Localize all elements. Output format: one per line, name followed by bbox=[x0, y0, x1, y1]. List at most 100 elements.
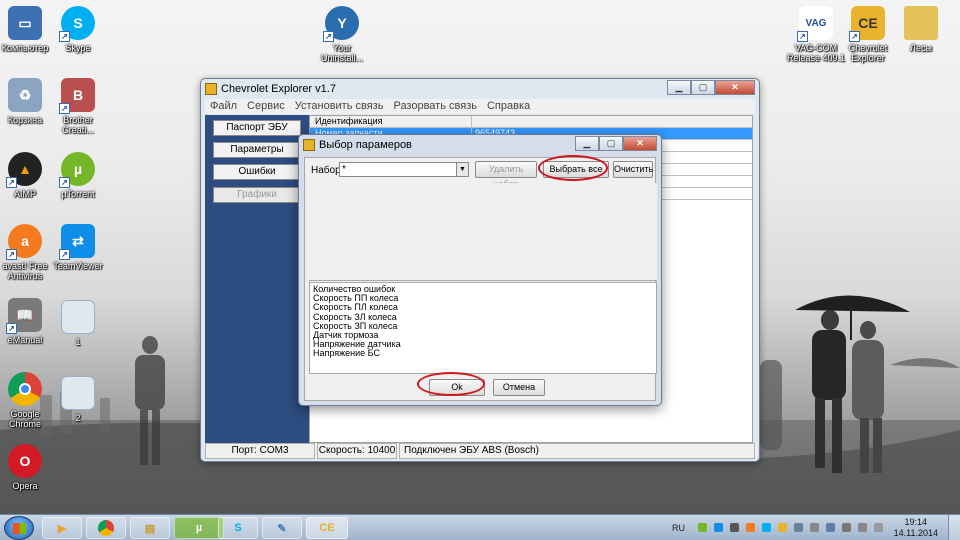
taskbar-chevrolet-explorer[interactable]: CE bbox=[306, 517, 348, 539]
file-explorer-icon: ▤ bbox=[144, 522, 156, 535]
desktop-icon-teamviewer[interactable]: ⇄ ↗ TeamViewer bbox=[48, 224, 108, 271]
taskbar-media-player[interactable]: ▶ bbox=[42, 517, 82, 539]
navigation-pane: Паспорт ЭБУ Параметры Ошибки Графики bbox=[205, 115, 309, 443]
utorrent-icon: µ bbox=[195, 522, 203, 534]
volume-icon[interactable] bbox=[858, 523, 867, 532]
minimize-button[interactable]: ▁ bbox=[667, 80, 691, 95]
avast-tray-icon[interactable] bbox=[746, 523, 755, 532]
battery-icon[interactable] bbox=[874, 523, 883, 532]
desktop-icon-uninstaller[interactable]: Y ↗ Your Uninstall... bbox=[312, 6, 372, 63]
skype-tray-icon[interactable] bbox=[762, 523, 771, 532]
graphs-button[interactable]: Графики bbox=[213, 187, 301, 203]
computer-icon: ▭ bbox=[8, 6, 42, 40]
start-button[interactable] bbox=[4, 516, 34, 540]
dialog-body: Набор * ▼ Удалить набор Выбрать все Очис… bbox=[304, 157, 657, 401]
set-label: Набор bbox=[311, 164, 341, 176]
taskbar-paint[interactable]: ✎ bbox=[262, 517, 302, 539]
flag-icon[interactable] bbox=[810, 523, 819, 532]
delete-set-button[interactable]: Удалить набор bbox=[475, 161, 537, 189]
brother-icon: B ↗ bbox=[59, 78, 95, 114]
errors-button[interactable]: Ошибки bbox=[213, 164, 301, 180]
vag-com-icon: VAG ↗ bbox=[797, 6, 833, 42]
selected-parameters-panel bbox=[309, 183, 657, 281]
opera-icon: O bbox=[8, 444, 42, 478]
desktop-icon-recycle-bin[interactable]: ♻ Корзина bbox=[0, 78, 55, 125]
minimize-button[interactable]: ▁ bbox=[575, 136, 599, 151]
close-button[interactable]: ✕ bbox=[715, 80, 755, 95]
network-icon[interactable] bbox=[794, 523, 803, 532]
desktop-icon-opera[interactable]: O Opera bbox=[0, 444, 55, 491]
menu-service[interactable]: Сервис bbox=[242, 99, 290, 114]
close-button[interactable]: ✕ bbox=[623, 136, 657, 151]
chrome-icon bbox=[8, 372, 42, 406]
clear-button[interactable]: Очистить bbox=[613, 161, 653, 178]
desktop-icon-chevrolet-explorer[interactable]: CE ↗ Chevrolet Explorer bbox=[838, 6, 898, 63]
status-connection: Подключен ЭБУ ABS (Bosch) bbox=[399, 443, 755, 459]
chevron-down-icon[interactable]: ▼ bbox=[456, 163, 468, 176]
desktop-icon-utorrent[interactable]: µ ↗ µTorrent bbox=[48, 152, 108, 199]
dialog-title: Выбор парамеров bbox=[319, 139, 412, 151]
folder-icon bbox=[904, 6, 938, 40]
image-file-icon bbox=[61, 300, 95, 334]
set-dropdown[interactable]: * ▼ bbox=[339, 162, 469, 177]
system-tray: RU 19:14 14.11.2014 bbox=[670, 515, 960, 540]
parameter-selection-dialog: Выбор парамеров ▁ ▢ ✕ Набор * ▼ Удалить … bbox=[298, 134, 662, 406]
utorrent-tray-icon[interactable] bbox=[698, 523, 707, 532]
window-title: Chevrolet Explorer v1.7 bbox=[221, 83, 336, 95]
recycle-bin-icon: ♻ bbox=[8, 78, 42, 112]
parameters-button[interactable]: Параметры bbox=[213, 142, 301, 158]
taskbar-skype[interactable]: S bbox=[218, 517, 258, 539]
network-signal-icon[interactable] bbox=[842, 523, 851, 532]
skype-icon: S bbox=[234, 522, 242, 534]
menu-disconnect[interactable]: Разорвать связь bbox=[388, 99, 482, 114]
chevrolet-explorer-icon: CE ↗ bbox=[849, 6, 885, 42]
desktop-icon-file-1[interactable]: 1 bbox=[48, 300, 108, 347]
list-item[interactable]: Напряжение БС bbox=[313, 349, 653, 358]
menu-file[interactable]: Файл bbox=[205, 99, 242, 114]
desktop-icon-avast[interactable]: a ↗ avast! Free Antivirus bbox=[0, 224, 55, 281]
window-controls: ▁ ▢ ✕ bbox=[667, 80, 755, 95]
set-dropdown-value: * bbox=[342, 164, 346, 175]
menu-help[interactable]: Справка bbox=[482, 99, 535, 114]
show-desktop-button[interactable] bbox=[948, 515, 960, 540]
desktop-icon-aimp[interactable]: ▲ ↗ AIMP bbox=[0, 152, 55, 199]
windows-media-player-icon: ▶ bbox=[57, 522, 67, 535]
chevrolet-explorer-icon bbox=[205, 83, 217, 95]
maximize-button[interactable]: ▢ bbox=[691, 80, 715, 95]
parameter-list[interactable]: Количество ошибок Скорость ПП колеса Ско… bbox=[309, 282, 657, 374]
display-icon[interactable] bbox=[826, 523, 835, 532]
windows-logo-icon bbox=[13, 523, 26, 534]
image-file-icon bbox=[61, 376, 95, 410]
maximize-button[interactable]: ▢ bbox=[599, 136, 623, 151]
desktop-icon-chrome[interactable]: Google Chrome bbox=[0, 372, 55, 429]
desktop-icon-emanual[interactable]: 📖 ↗ eManual bbox=[0, 298, 55, 345]
chevrolet-tray-icon[interactable] bbox=[778, 523, 787, 532]
clock[interactable]: 19:14 14.11.2014 bbox=[894, 517, 938, 539]
chevrolet-explorer-icon: CE bbox=[319, 522, 335, 534]
desktop-icon-brother[interactable]: B ↗ Brother Creati... bbox=[48, 78, 108, 135]
ecu-passport-button[interactable]: Паспорт ЭБУ bbox=[213, 120, 301, 136]
emanual-icon: 📖 ↗ bbox=[6, 298, 42, 334]
taskbar: ▶ ▤ µ S ✎ CE RU 19:14 14.11.2014 bbox=[0, 514, 960, 540]
bluetooth-icon[interactable] bbox=[730, 523, 739, 532]
menu-connect[interactable]: Установить связь bbox=[290, 99, 389, 114]
menu-bar: Файл Сервис Установить связь Разорвать с… bbox=[205, 99, 755, 114]
ok-button[interactable]: Ok bbox=[429, 379, 485, 396]
desktop-icon-file-2[interactable]: 2 bbox=[48, 376, 108, 423]
status-port: Порт: COM3 bbox=[205, 443, 315, 459]
status-speed: Скорость: 10400 bbox=[317, 443, 397, 459]
clock-date: 14.11.2014 bbox=[893, 528, 938, 538]
desktop-icon-skype[interactable]: S ↗ Skype bbox=[48, 6, 108, 53]
chevrolet-explorer-icon bbox=[303, 139, 315, 151]
taskbar-chrome[interactable] bbox=[86, 517, 126, 539]
desktop-icon-vag-com[interactable]: VAG ↗ VAG-COM Release 409.1 bbox=[786, 6, 846, 63]
clock-time: 19:14 bbox=[904, 517, 928, 527]
taskbar-utorrent[interactable]: µ bbox=[174, 517, 224, 539]
teamviewer-tray-icon[interactable] bbox=[714, 523, 723, 532]
select-all-button[interactable]: Выбрать все bbox=[543, 161, 609, 178]
desktop-icon-computer[interactable]: ▭ Компьютер bbox=[0, 6, 55, 53]
language-indicator[interactable]: RU bbox=[672, 523, 685, 533]
cancel-button[interactable]: Отмена bbox=[493, 379, 545, 396]
taskbar-explorer[interactable]: ▤ bbox=[130, 517, 170, 539]
desktop-icon-folder[interactable]: Лесы bbox=[891, 6, 951, 53]
